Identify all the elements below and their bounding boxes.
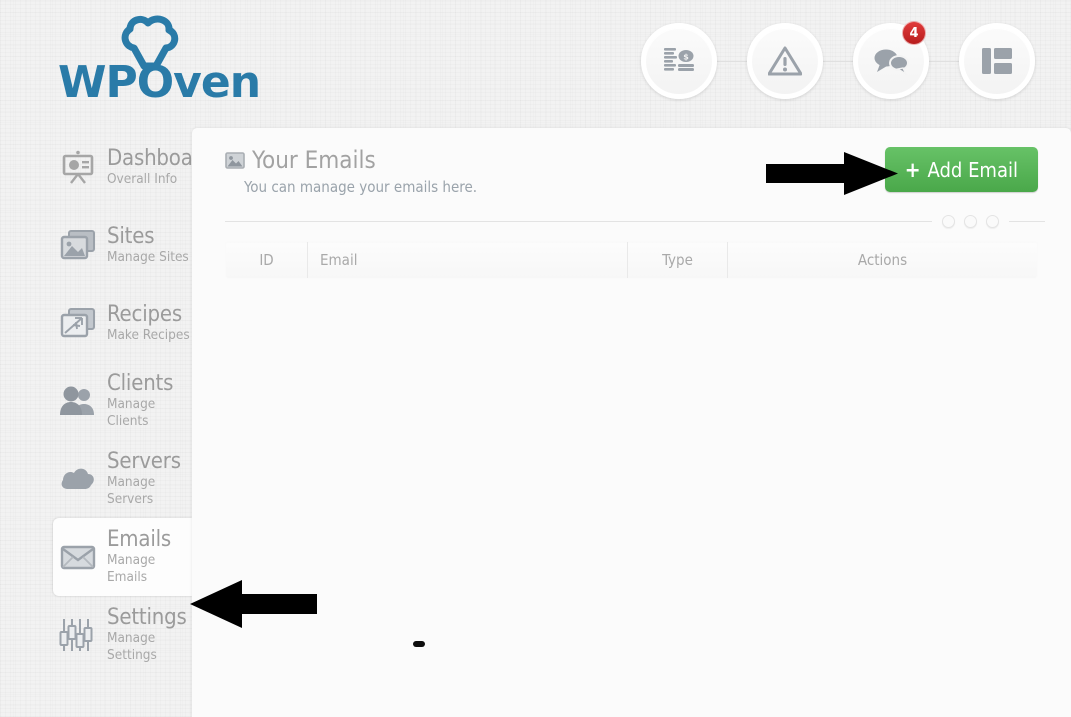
billing-icon[interactable]: $ [641, 23, 717, 99]
page-title-text: Your Emails [252, 146, 376, 174]
app-header: WPOven $ 4 [0, 0, 1071, 118]
layout-grid-glyph [982, 48, 1012, 74]
sidebar-item-clients[interactable]: Clients Manage Clients [0, 362, 192, 440]
table-header-row: ID Email Type Actions [226, 242, 1037, 278]
dashboard-icon [58, 147, 98, 187]
panel-heading: Your Emails You can manage your emails h… [225, 146, 477, 196]
emails-icon [58, 537, 98, 577]
sidebar-item-label: Emails [107, 527, 172, 552]
sidebar-item-settings[interactable]: Settings Manage Settings [0, 596, 192, 674]
header-separator [717, 60, 747, 62]
messages-badge: 4 [902, 21, 926, 45]
sidebar-item-sublabel: Make Recipes [107, 326, 190, 343]
sidebar-item-sublabel: Overall Info [107, 170, 178, 187]
divider-line-left [225, 221, 932, 222]
section-divider [225, 215, 1045, 228]
divider-line-right [1009, 221, 1045, 222]
sidebar-item-sites[interactable]: Sites Manage Sites [0, 206, 192, 284]
warning-triangle-glyph [768, 46, 802, 76]
emails-table: ID Email Type Actions [225, 241, 1038, 279]
column-header-type[interactable]: Type [627, 242, 728, 278]
sidebar-item-emails[interactable]: Emails Manage Emails [53, 518, 192, 596]
divider-dot [986, 215, 999, 228]
header-separator [929, 60, 959, 62]
servers-icon [58, 459, 98, 499]
messages-icon[interactable]: 4 [853, 21, 929, 99]
coins-glyph: $ [664, 48, 694, 71]
add-email-label: Add Email [927, 157, 1018, 182]
layout-icon[interactable] [959, 23, 1035, 99]
sidebar-item-label: Clients [107, 371, 174, 396]
sites-icon [58, 225, 98, 265]
column-header-email[interactable]: Email [307, 242, 628, 278]
alerts-icon[interactable] [747, 23, 823, 99]
sidebar-item-sublabel: Manage Servers [107, 474, 156, 507]
sidebar-item-label: Sites [107, 223, 155, 249]
sidebar-item-dashboard[interactable]: Dashboard Overall Info [0, 128, 213, 206]
cursor-mark [413, 641, 425, 647]
sidebar-item-label: Settings [107, 605, 187, 630]
sidebar: Dashboard Overall Info Sites Manage Site… [0, 128, 213, 674]
brand-logo[interactable]: WPOven [58, 12, 261, 108]
header-separator [823, 60, 853, 62]
page-subtitle: You can manage your emails here. [244, 178, 478, 196]
divider-dot [942, 215, 955, 228]
svg-text:$: $ [683, 53, 689, 62]
recipes-icon [58, 303, 98, 343]
page-title: Your Emails [225, 146, 477, 174]
column-header-actions[interactable]: Actions [727, 242, 1037, 278]
image-icon [225, 151, 245, 169]
table-header: ID Email Type Actions [226, 242, 1037, 278]
column-header-id[interactable]: ID [226, 242, 308, 278]
header-icon-bar: $ 4 [641, 21, 1035, 99]
divider-dot [964, 215, 977, 228]
sidebar-item-sublabel: Manage Sites [107, 248, 189, 265]
divider-dots [932, 215, 1009, 228]
sidebar-item-servers[interactable]: Servers Manage Servers [0, 440, 192, 518]
sidebar-item-sublabel: Manage Emails [107, 552, 156, 585]
speech-bubbles-glyph [874, 49, 909, 75]
content-panel: Your Emails You can manage your emails h… [192, 128, 1071, 717]
plus-icon: + [904, 157, 921, 182]
sidebar-item-label: Servers [107, 449, 181, 474]
sidebar-item-recipes[interactable]: Recipes Make Recipes [0, 284, 192, 362]
sidebar-item-label: Recipes [107, 301, 182, 327]
brand-wordmark: WPOven [58, 57, 261, 108]
add-email-button[interactable]: + Add Email [884, 147, 1038, 192]
settings-icon [58, 615, 98, 655]
sidebar-item-sublabel: Manage Clients [107, 396, 156, 429]
clients-icon [58, 381, 98, 421]
sidebar-item-sublabel: Manage Settings [107, 630, 157, 663]
